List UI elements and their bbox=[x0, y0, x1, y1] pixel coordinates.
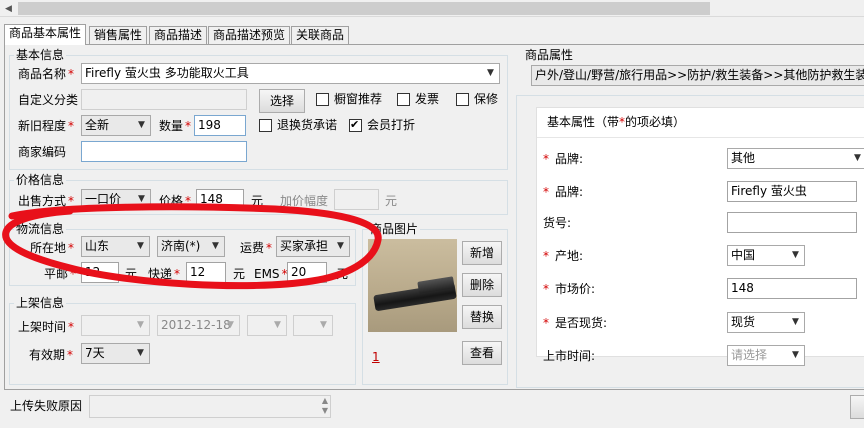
tab-basic-attributes[interactable]: 商品基本属性 bbox=[4, 24, 87, 45]
red-annotation-ellipse bbox=[2, 203, 382, 290]
red-annotation-stroke bbox=[2, 203, 382, 290]
